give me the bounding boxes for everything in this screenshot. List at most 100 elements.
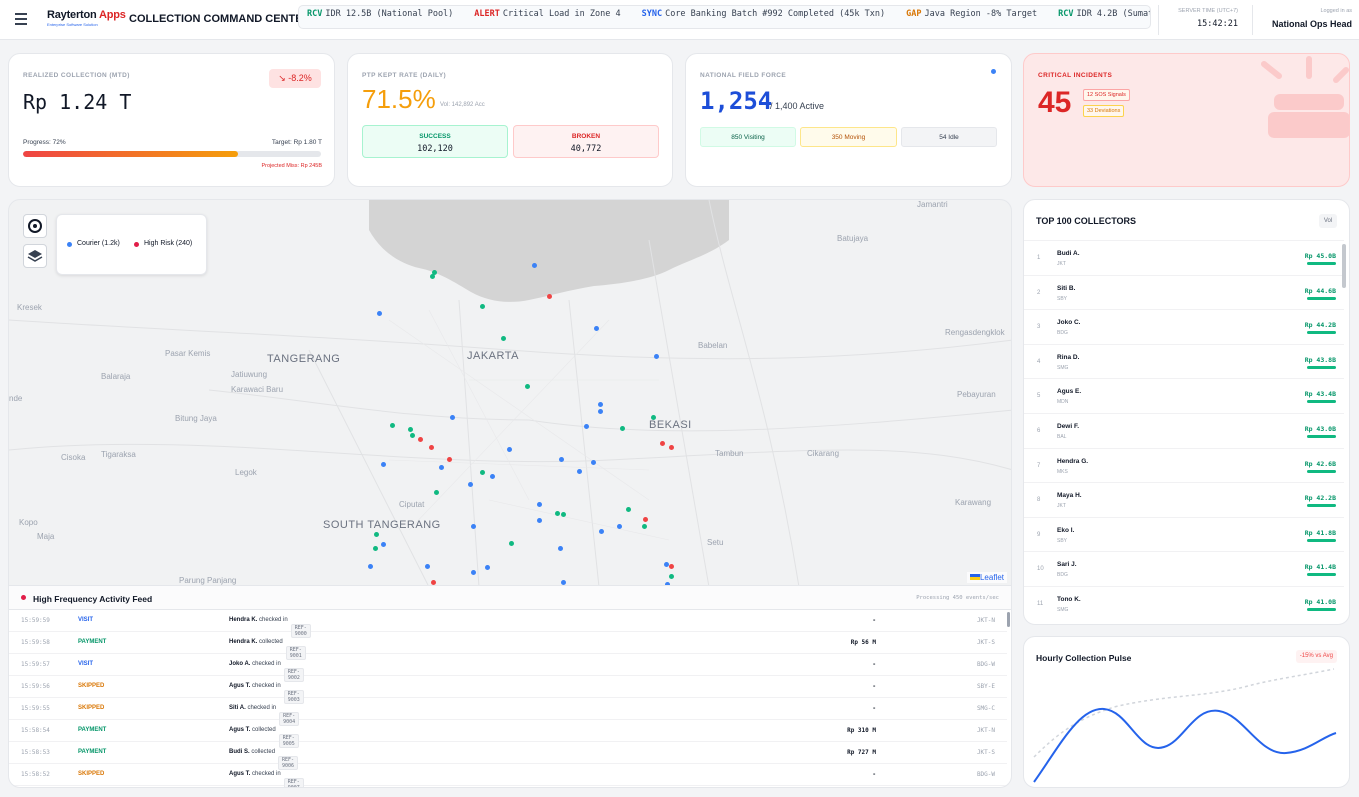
courier-marker[interactable] [450,415,455,420]
collector-row[interactable]: 5 Agus E. MDN Rp 43.4B [1024,378,1344,413]
courier-marker[interactable] [507,447,512,452]
feed-row[interactable]: 15:58:54 PAYMENT Agus T. collected REF-9005… [9,720,1007,748]
feed-row[interactable]: 15:59:57 VISIT Joko A. checked in REF-9002 -… [9,654,1007,682]
courier-marker[interactable] [591,460,596,465]
feed-row[interactable]: 15:59:58 PAYMENT Hendra K. collected REF-90… [9,632,1007,660]
courier-marker[interactable] [425,564,430,569]
courier-marker[interactable] [532,263,537,268]
high-risk-marker[interactable] [431,580,436,585]
collector-row[interactable]: 1 Budi A. JKT Rp 45.0B [1024,240,1344,275]
high-risk-marker[interactable] [660,441,665,446]
locate-button[interactable] [23,214,47,238]
courier-marker[interactable] [594,326,599,331]
collector-row[interactable]: 3 Joko C. BDG Rp 44.2B [1024,309,1344,344]
collector-volume-bar [1307,573,1336,577]
high-risk-marker[interactable] [429,445,434,450]
courier-marker[interactable] [480,470,485,475]
ticker-tag: RCV [1058,9,1074,19]
courier-marker[interactable] [598,409,603,414]
menu-icon[interactable] [15,13,27,25]
courier-marker[interactable] [480,304,485,309]
collector-row[interactable]: 10 Sari J. BDG Rp 41.4B [1024,551,1344,586]
ticker-item: RCV IDR 12.5B (National Pool) [307,8,453,21]
feed-row[interactable]: 15:58:52 SKIPPED Agus T. checked in REF-900… [9,764,1007,787]
operations-map[interactable]: Jamantri Batujaya Kresek Rengasdengklok Babe… [8,199,1012,586]
collector-row[interactable]: 4 Rina D. SMG Rp 43.8B [1024,343,1344,379]
map-attribution[interactable]: Leaflet [966,572,1007,583]
courier-marker[interactable] [439,465,444,470]
high-risk-marker[interactable] [447,457,452,462]
sort-volume-button[interactable]: Vol [1319,214,1337,228]
courier-marker[interactable] [525,384,530,389]
courier-marker[interactable] [620,426,625,431]
feed-ref[interactable]: REF-9007 [283,778,304,787]
courier-marker[interactable] [381,462,386,467]
field-force-card: NATIONAL FIELD FORCE 1,254 / 1,400 Activ… [685,53,1012,187]
feed-type: SKIPPED [78,683,105,689]
courier-marker[interactable] [537,518,542,523]
high-risk-marker[interactable] [669,564,674,569]
feed-row[interactable]: 15:59:55 SKIPPED Siti A. checked in REF-900… [9,698,1007,726]
courier-marker[interactable] [509,541,514,546]
high-risk-marker[interactable] [669,445,674,450]
courier-marker[interactable] [669,574,674,579]
feed-activity: Agus T. collected REF-9005 [229,727,299,748]
courier-marker[interactable] [381,542,386,547]
feed-row[interactable]: 15:59:56 SKIPPED Agus T. checked in REF-900… [9,676,1007,704]
layers-button[interactable] [23,244,47,268]
high-risk-marker[interactable] [547,294,552,299]
courier-marker[interactable] [368,564,373,569]
feed-region: JKT-S [976,749,995,756]
collector-row[interactable]: 2 Siti B. SBY Rp 44.6B [1024,274,1344,310]
courier-marker[interactable] [559,457,564,462]
feed-scrollbar[interactable] [1007,612,1010,627]
courier-marker[interactable] [471,524,476,529]
courier-marker[interactable] [373,546,378,551]
courier-marker[interactable] [468,482,473,487]
courier-marker[interactable] [599,529,604,534]
feed-row[interactable]: 15:58:53 PAYMENT Budi S. collected REF-9006… [9,742,1007,770]
courier-marker[interactable] [654,354,659,359]
collector-volume-bar [1307,469,1336,473]
courier-marker[interactable] [584,424,589,429]
high-risk-marker[interactable] [418,437,423,442]
courier-marker[interactable] [490,474,495,479]
courier-marker[interactable] [430,274,435,279]
map-place-label: Karawaci Baru [231,385,284,394]
critical-incidents-card[interactable]: CRITICAL INCIDENTS 45 12 SOS Signals 33 … [1023,53,1350,187]
courier-marker[interactable] [390,423,395,428]
collectors-scrollbar[interactable] [1342,244,1346,288]
courier-marker[interactable] [642,524,647,529]
courier-marker[interactable] [577,469,582,474]
courier-marker[interactable] [374,532,379,537]
courier-marker[interactable] [377,311,382,316]
courier-marker[interactable] [537,502,542,507]
map-place-label: Tambun [715,449,744,458]
feed-row[interactable]: 15:59:59 VISIT Hendra K. checked in REF-900… [9,610,1007,638]
courier-marker[interactable] [408,427,413,432]
collector-row[interactable]: 9 Eko I. SBY Rp 41.8B [1024,516,1344,552]
feed-action: checked in [252,771,281,777]
courier-marker[interactable] [561,512,566,517]
collector-row[interactable]: 7 Hendra G. MKS Rp 42.6B [1024,447,1344,483]
courier-marker[interactable] [598,402,603,407]
courier-marker[interactable] [626,507,631,512]
courier-marker[interactable] [471,570,476,575]
high-risk-marker[interactable] [643,517,648,522]
courier-marker[interactable] [651,415,656,420]
courier-marker[interactable] [561,580,566,585]
courier-marker[interactable] [555,511,560,516]
courier-marker[interactable] [485,565,490,570]
collector-row[interactable]: 8 Maya H. JKT Rp 42.2B [1024,482,1344,517]
courier-marker[interactable] [501,336,506,341]
collector-region: SBY [1057,295,1068,302]
user-info[interactable]: Logged in as National Ops Head [1252,5,1352,35]
courier-marker[interactable] [558,546,563,551]
collector-row[interactable]: 6 Dewi F. BAL Rp 43.0B [1024,413,1344,448]
courier-marker[interactable] [617,524,622,529]
sos-tag: 12 SOS Signals [1083,89,1130,101]
collector-row[interactable]: 11 Tono K. SMG Rp 41.0B [1024,586,1344,621]
courier-marker[interactable] [434,490,439,495]
courier-marker[interactable] [410,433,415,438]
collector-region: MDN [1057,399,1069,406]
